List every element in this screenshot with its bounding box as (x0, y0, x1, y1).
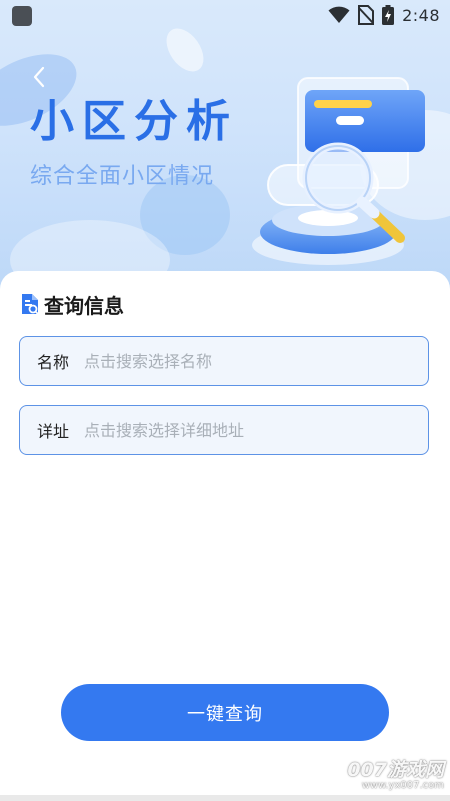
name-field-label: 名称 (37, 353, 70, 372)
address-field-label: 详址 (37, 422, 70, 441)
header-banner: 小区分析 综合全面小区情况 (0, 0, 450, 290)
watermark: 007游戏网 www.yx007.com (347, 758, 444, 791)
chevron-left-icon[interactable] (32, 66, 46, 88)
app-indicator-icon (12, 6, 32, 26)
watermark-url: www.yx007.com (361, 779, 444, 791)
wifi-icon (328, 6, 350, 23)
page-subtitle: 综合全面小区情况 (30, 164, 215, 189)
status-bar: 2:48 (0, 0, 450, 30)
status-icons: 2:48 (328, 5, 440, 25)
navigation-bar (0, 795, 450, 801)
name-field[interactable]: 名称 (19, 336, 429, 386)
watermark-brand: 007游戏网 (347, 758, 444, 781)
one-click-query-button[interactable]: 一键查询 (61, 684, 389, 741)
query-form-card: 查询信息 名称 详址 一键查询 (0, 271, 450, 801)
page-title: 小区分析 (30, 96, 238, 147)
document-search-icon (22, 294, 39, 315)
address-field[interactable]: 详址 (19, 405, 429, 455)
decorative-blob (158, 21, 212, 79)
search-illustration-icon (252, 77, 425, 265)
address-search-input[interactable] (84, 420, 404, 440)
battery-charging-icon (382, 5, 395, 25)
section-header: 查询信息 (20, 291, 124, 318)
no-sim-icon (358, 5, 375, 25)
clock: 2:48 (402, 5, 440, 25)
name-search-input[interactable] (84, 351, 404, 371)
section-title: 查询信息 (44, 293, 124, 318)
